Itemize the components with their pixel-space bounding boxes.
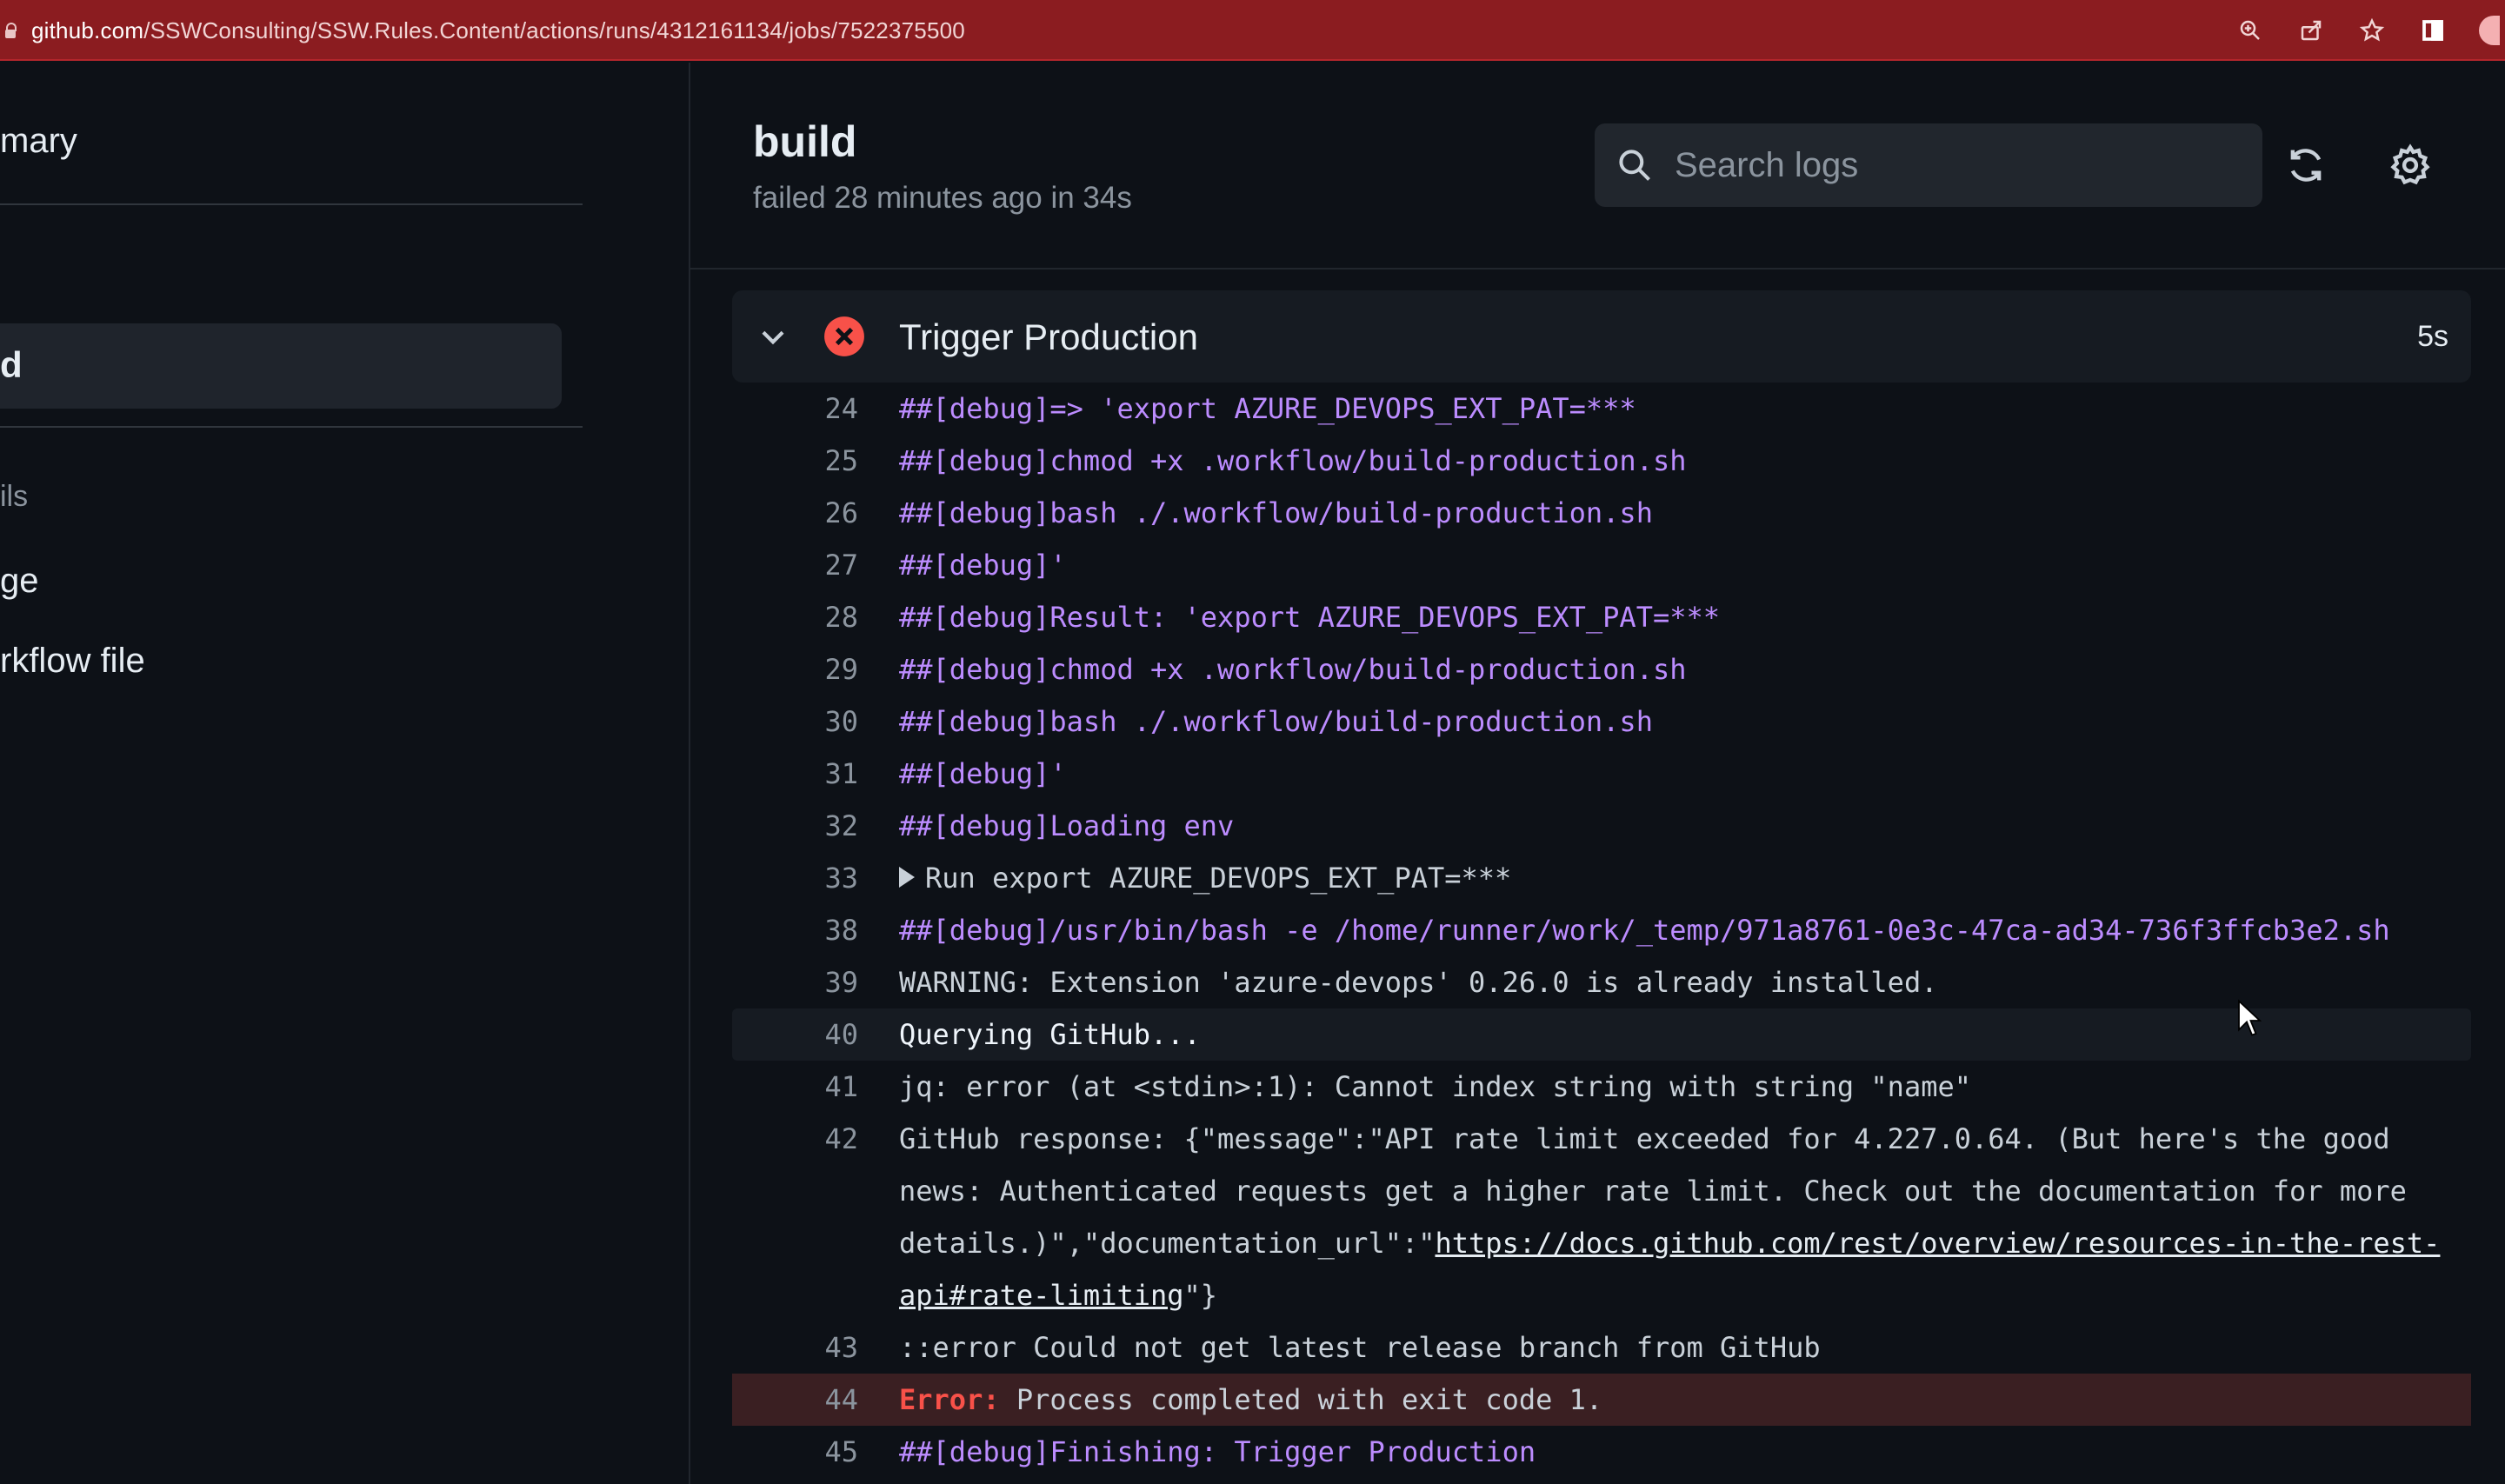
line-number[interactable]: 29 [732,643,858,695]
line-number[interactable]: 28 [732,591,858,643]
log-text: ##[debug]Result: 'export AZURE_DEVOPS_EX… [899,601,1721,634]
error-label: Error: [899,1383,1000,1416]
log-line: 32 ##[debug]Loading env [732,800,2471,852]
log-text: ##[debug]bash ./.workflow/build-producti… [899,496,1653,529]
log-output: 24 ##[debug]=> 'export AZURE_DEVOPS_EXT_P… [732,383,2471,1478]
expand-triangle-icon[interactable] [899,867,915,888]
log-text-multiline: GitHub response: {"message":"API rate li… [899,1113,2471,1321]
address-bar-actions [2235,0,2505,61]
line-number[interactable]: 38 [732,904,858,956]
log-group-label: Run export AZURE_DEVOPS_EXT_PAT=*** [925,862,1512,895]
line-number[interactable]: 40 [732,1008,858,1061]
line-number[interactable]: 45 [732,1426,858,1478]
log-line: 26 ##[debug]bash ./.workflow/build-produc… [732,487,2471,539]
job-title: build [753,117,857,166]
log-line: 42 GitHub response: {"message":"API rate … [732,1113,2471,1321]
failed-status-icon [824,316,864,356]
search-logs-box[interactable] [1595,123,2262,207]
job-log-panel: build failed 28 minutes ago in 34s Trigg… [690,63,2505,1484]
line-number[interactable]: 25 [732,435,858,487]
log-text: ##[debug]bash ./.workflow/build-producti… [899,705,1653,738]
log-text: WARNING: Extension 'azure-devops' 0.26.0… [899,966,1938,999]
log-text: ##[debug]chmod +x .workflow/build-produc… [899,653,1687,686]
line-number[interactable]: 27 [732,539,858,591]
sidebar-item-build[interactable]: d [0,323,562,409]
line-number[interactable]: 44 [732,1374,858,1426]
sidebar-divider [0,203,583,205]
refresh-icon [2290,149,2322,182]
zoom-icon[interactable] [2235,16,2265,45]
log-text: Error: Process completed with exit code … [899,1374,2471,1426]
log-text: ##[debug]/usr/bin/bash -e /home/runner/w… [899,914,2390,947]
log-line-error: 44 Error: Process completed with exit cod… [732,1374,2471,1426]
log-text-part: "} [1183,1279,1218,1312]
log-line: 27 ##[debug]' [732,539,2471,591]
job-status: failed 28 minutes ago in 34s [753,181,1132,215]
step-duration: 5s [2417,320,2448,353]
log-line: 29 ##[debug]chmod +x .workflow/build-prod… [732,643,2471,695]
log-text: ##[debug]' [899,549,1067,582]
mouse-cursor-icon [2238,999,2262,1036]
line-number[interactable]: 41 [732,1061,858,1113]
lock-icon[interactable] [5,23,17,38]
run-sidebar: mary d ils ge rkflow file [0,63,690,1484]
url-text[interactable]: github.com/SSWConsulting/SSW.Rules.Conte… [31,17,965,44]
sidebar-item-build-label: d [0,344,23,385]
search-logs-input[interactable] [1673,144,2262,186]
line-number[interactable]: 30 [732,695,858,748]
url-path: /SSWConsulting/SSW.Rules.Content/actions… [143,17,965,43]
sidebar-divider [0,426,583,428]
log-line-hovered: 40 Querying GitHub... [732,1008,2471,1061]
share-icon[interactable] [2296,16,2326,45]
refresh-button[interactable] [2283,143,2328,188]
log-line: 45 ##[debug]Finishing: Trigger Production [732,1426,2471,1478]
log-line: 30 ##[debug]bash ./.workflow/build-produc… [732,695,2471,748]
line-number[interactable]: 32 [732,800,858,852]
log-line: 31 ##[debug]' [732,748,2471,800]
log-text: ##[debug]chmod +x .workflow/build-produc… [899,444,1687,477]
line-number[interactable]: 39 [732,956,858,1008]
log-line: 41 jq: error (at <stdin>:1): Cannot index… [732,1061,2471,1113]
line-number[interactable]: 26 [732,487,858,539]
log-text: ##[debug]Finishing: Trigger Production [899,1435,1536,1468]
side-panel-icon[interactable] [2418,16,2448,45]
header-divider [690,268,2505,270]
chevron-down-icon[interactable] [756,320,789,353]
line-number[interactable]: 33 [732,852,858,904]
line-number[interactable]: 43 [732,1321,858,1374]
log-group-text[interactable]: Run export AZURE_DEVOPS_EXT_PAT=*** [899,852,2471,904]
log-line: 39 WARNING: Extension 'azure-devops' 0.26… [732,956,2471,1008]
line-number[interactable]: 42 [732,1113,858,1165]
log-text: ##[debug]Loading env [899,809,1235,842]
line-number[interactable]: 24 [732,383,858,435]
log-line: 25 ##[debug]chmod +x .workflow/build-prod… [732,435,2471,487]
sidebar-item-summary[interactable]: mary [0,122,77,161]
url-host: github.com [31,17,144,43]
log-text: ##[debug]' [899,757,1067,790]
log-line: 38 ##[debug]/usr/bin/bash -e /home/runner… [732,904,2471,956]
bookmark-star-icon[interactable] [2357,16,2387,45]
step-header-trigger-production[interactable]: Trigger Production 5s [732,290,2471,383]
log-line-group-run[interactable]: 33 Run export AZURE_DEVOPS_EXT_PAT=*** [732,852,2471,904]
step-name: Trigger Production [899,316,1198,357]
log-text: jq: error (at <stdin>:1): Cannot index s… [899,1070,1971,1103]
log-text: Querying GitHub... [899,1018,1201,1051]
settings-button[interactable] [2388,143,2433,188]
log-line: 28 ##[debug]Result: 'export AZURE_DEVOPS_… [732,591,2471,643]
log-line: 43::error Could not get latest release b… [732,1321,2471,1374]
search-icon [1619,150,1650,181]
browser-address-bar[interactable]: github.com/SSWConsulting/SSW.Rules.Conte… [0,0,2505,61]
sidebar-section-run-details: ils [0,480,29,513]
log-text: ::error Could not get latest release bra… [899,1331,1821,1364]
sidebar-item-workflow-file[interactable]: rkflow file [0,642,145,681]
line-number[interactable]: 31 [732,748,858,800]
error-message: Process completed with exit code 1. [999,1383,1603,1416]
sidebar-item-usage[interactable]: ge [0,562,39,601]
gear-icon [2390,143,2430,185]
log-text: ##[debug]=> 'export AZURE_DEVOPS_EXT_PAT… [899,392,1636,425]
log-line: 24 ##[debug]=> 'export AZURE_DEVOPS_EXT_P… [732,383,2471,435]
profile-avatar[interactable] [2479,16,2500,45]
